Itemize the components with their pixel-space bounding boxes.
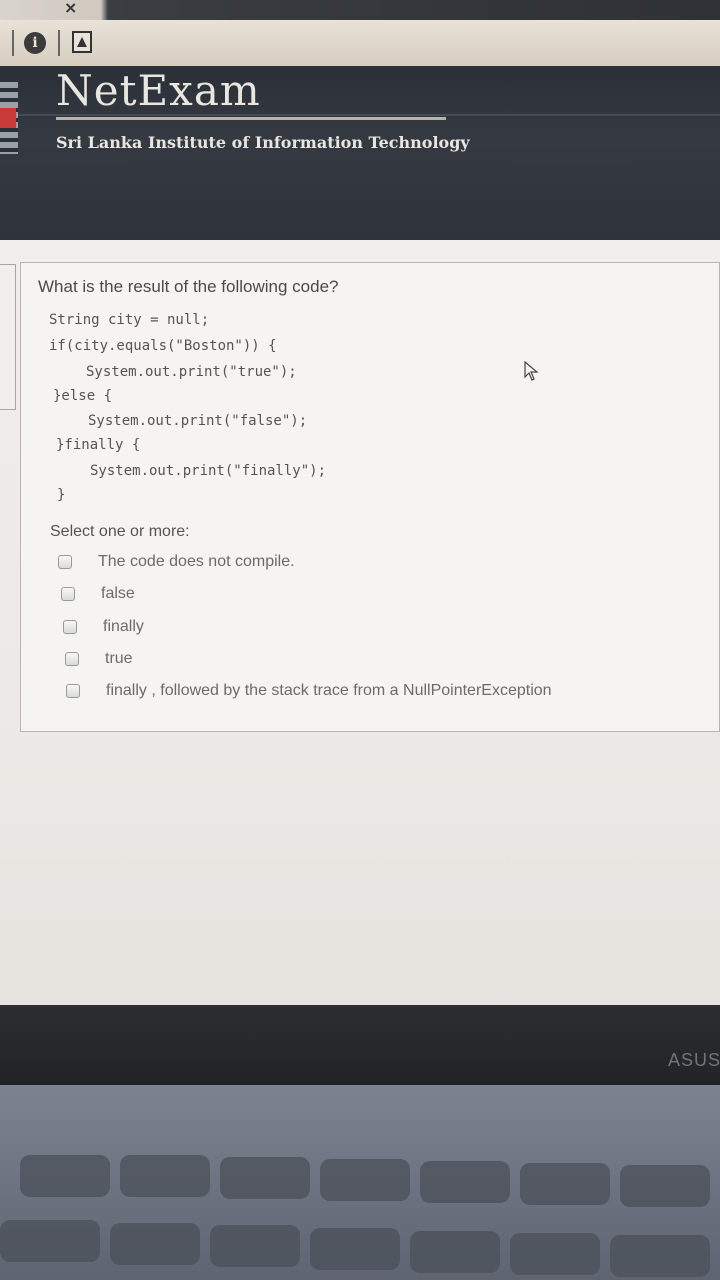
answer-option[interactable]: finally , followed by the stack trace fr… (66, 680, 552, 702)
keyboard-key (110, 1223, 200, 1265)
answer-option[interactable]: false (61, 583, 135, 605)
option-label[interactable]: The code does not compile. (98, 553, 295, 571)
toolbar-divider (12, 30, 14, 56)
keyboard-key (20, 1155, 110, 1197)
answer-option[interactable]: The code does not compile. (58, 551, 295, 573)
code-line: }else { (53, 388, 113, 404)
title-underline (56, 117, 446, 120)
keyboard-key (320, 1159, 410, 1201)
code-line: System.out.print("finally"); (90, 463, 327, 479)
option-checkbox[interactable] (58, 555, 72, 569)
site-subtitle: Sri Lanka Institute of Information Techn… (56, 133, 470, 152)
keyboard-key (120, 1155, 210, 1197)
option-checkbox[interactable] (66, 684, 80, 698)
site-title[interactable]: NetExam (56, 66, 261, 116)
close-icon[interactable]: × (64, 0, 77, 17)
mouse-cursor-icon (524, 361, 539, 381)
keyboard-key (310, 1228, 400, 1270)
code-line: System.out.print("false"); (88, 413, 308, 429)
select-instruction: Select one or more: (50, 523, 190, 540)
question-info-panel (0, 264, 16, 410)
browser-toolbar: i (0, 20, 720, 66)
browser-top-strip: × (0, 0, 720, 22)
code-line: }finally { (56, 437, 141, 453)
keyboard-key (410, 1231, 500, 1273)
keyboard-key (210, 1225, 300, 1267)
toolbar-divider (58, 30, 60, 56)
code-line: String city = null; (49, 312, 210, 328)
option-label[interactable]: finally (103, 618, 144, 636)
brand-logo: ASUS (668, 1050, 720, 1070)
code-line: if(city.equals("Boston")) { (49, 338, 277, 354)
answer-option[interactable]: finally (63, 616, 144, 638)
option-label[interactable]: finally , followed by the stack trace fr… (106, 682, 552, 700)
page-icon[interactable] (72, 31, 92, 53)
answer-option[interactable]: true (65, 648, 133, 670)
keyboard-key (610, 1235, 710, 1277)
option-checkbox[interactable] (61, 587, 75, 601)
keyboard-key (220, 1157, 310, 1199)
institute-logo-icon (0, 82, 18, 154)
laptop-keyboard (0, 1085, 720, 1280)
keyboard-key (420, 1161, 510, 1203)
option-label[interactable]: true (105, 650, 133, 668)
keyboard-key (0, 1220, 100, 1262)
option-checkbox[interactable] (63, 620, 77, 634)
option-checkbox[interactable] (65, 652, 79, 666)
keyboard-key (510, 1233, 600, 1275)
code-line: System.out.print("true"); (86, 364, 297, 380)
code-line: } (57, 487, 66, 503)
keyboard-key (520, 1163, 610, 1205)
keyboard-key (620, 1165, 710, 1207)
info-icon[interactable]: i (24, 32, 46, 54)
question-prompt: What is the result of the following code… (38, 277, 339, 296)
option-label[interactable]: false (101, 585, 135, 603)
